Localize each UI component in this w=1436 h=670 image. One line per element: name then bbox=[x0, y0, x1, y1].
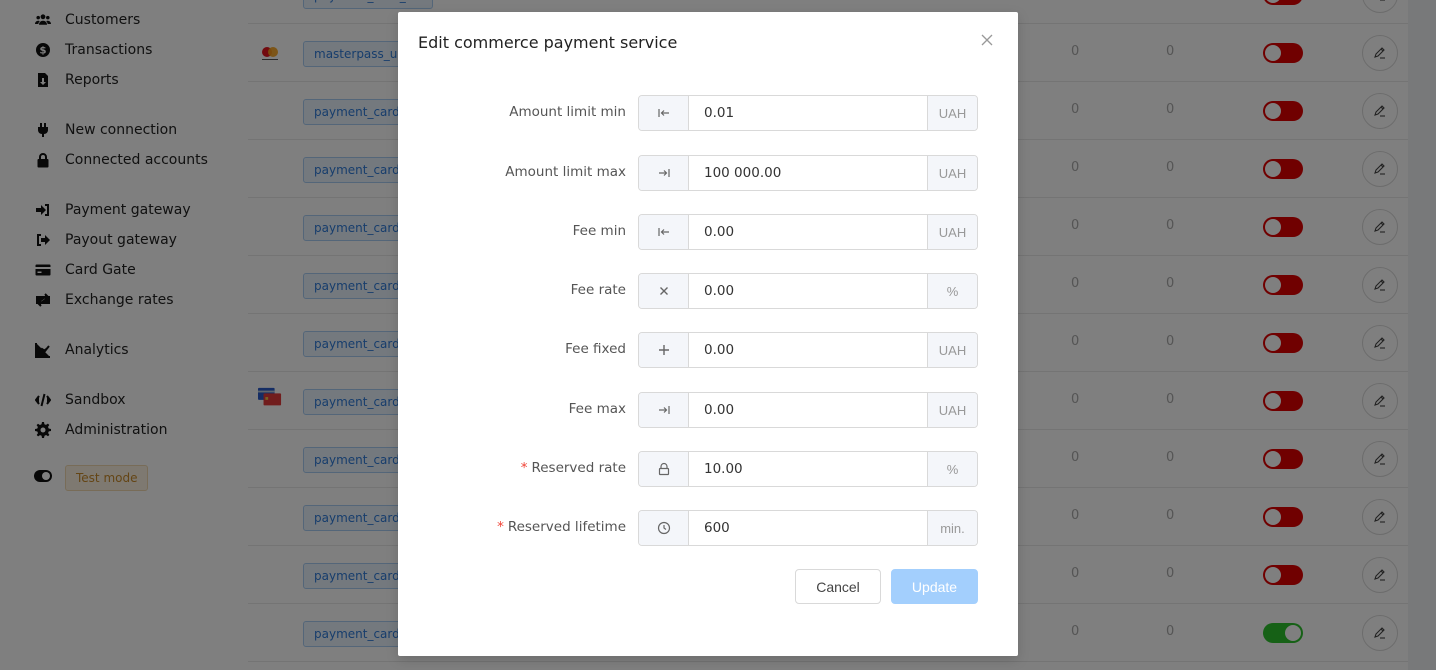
field-input[interactable] bbox=[689, 274, 927, 308]
form-field-reserved-lifetime: *Reserved lifetime min. bbox=[398, 510, 1018, 546]
field-label: Amount limit max bbox=[505, 164, 626, 180]
required-mark: * bbox=[497, 519, 504, 535]
unit-suffix: UAH bbox=[927, 333, 977, 367]
unit-suffix: % bbox=[927, 452, 977, 486]
input-group: % bbox=[638, 451, 978, 487]
field-input[interactable] bbox=[689, 156, 927, 190]
modal-title: Edit commerce payment service bbox=[418, 33, 678, 52]
field-input[interactable] bbox=[689, 452, 927, 486]
field-input[interactable] bbox=[689, 333, 927, 367]
arrow-right-to-line-icon bbox=[639, 393, 689, 427]
field-input[interactable] bbox=[689, 511, 927, 545]
input-group: UAH bbox=[638, 392, 978, 428]
form-field-amount-limit-min: Amount limit min UAH bbox=[398, 95, 1018, 131]
field-input[interactable] bbox=[689, 96, 927, 130]
form-field-fee-rate: Fee rate% bbox=[398, 273, 1018, 309]
input-group: UAH bbox=[638, 332, 978, 368]
input-group: min. bbox=[638, 510, 978, 546]
form-field-fee-min: Fee min UAH bbox=[398, 214, 1018, 250]
arrow-right-to-line-icon bbox=[639, 156, 689, 190]
update-button[interactable]: Update bbox=[891, 569, 978, 604]
form-field-amount-limit-max: Amount limit max UAH bbox=[398, 155, 1018, 191]
field-label-text: Amount limit max bbox=[505, 164, 626, 180]
unit-suffix: % bbox=[927, 274, 977, 308]
close-icon bbox=[981, 31, 993, 50]
field-label-text: Fee rate bbox=[570, 282, 626, 298]
field-label-text: Reserved lifetime bbox=[507, 519, 626, 535]
input-group: UAH bbox=[638, 155, 978, 191]
unit-suffix: UAH bbox=[927, 215, 977, 249]
field-label: * Reserved lifetime bbox=[497, 519, 626, 535]
field-label: * Reserved rate bbox=[521, 460, 626, 476]
field-label: Amount limit min bbox=[509, 104, 626, 120]
form-field-fee-max: Fee max UAH bbox=[398, 392, 1018, 428]
field-label-text: Fee min bbox=[572, 223, 626, 239]
field-label: Fee max bbox=[569, 401, 626, 417]
cancel-button[interactable]: Cancel bbox=[795, 569, 881, 604]
field-input[interactable] bbox=[689, 215, 927, 249]
multiply-icon bbox=[639, 274, 689, 308]
unit-suffix: UAH bbox=[927, 96, 977, 130]
unit-suffix: min. bbox=[927, 511, 977, 545]
field-input[interactable] bbox=[689, 393, 927, 427]
field-label-text: Amount limit min bbox=[509, 104, 626, 120]
form-field-reserved-rate: *Reserved rate% bbox=[398, 451, 1018, 487]
unit-suffix: UAH bbox=[927, 156, 977, 190]
field-label: Fee fixed bbox=[565, 341, 626, 357]
input-group: % bbox=[638, 273, 978, 309]
close-button[interactable] bbox=[981, 31, 999, 49]
lock-icon bbox=[639, 452, 689, 486]
field-label-text: Fee fixed bbox=[565, 341, 626, 357]
arrow-left-to-line-icon bbox=[639, 96, 689, 130]
required-mark: * bbox=[520, 460, 528, 476]
input-group: UAH bbox=[638, 95, 978, 131]
field-label-text: Reserved rate bbox=[531, 460, 626, 476]
field-label: Fee rate bbox=[571, 282, 626, 298]
input-group: UAH bbox=[638, 214, 978, 250]
unit-suffix: UAH bbox=[927, 393, 977, 427]
clock-icon bbox=[639, 511, 689, 545]
form-field-fee-fixed: Fee fixed UAH bbox=[398, 332, 1018, 368]
field-label-text: Fee max bbox=[568, 401, 626, 417]
edit-service-modal: Edit commerce payment service Amount lim… bbox=[398, 12, 1018, 656]
field-label: Fee min bbox=[573, 223, 626, 239]
arrow-left-to-line-icon bbox=[639, 215, 689, 249]
plus-icon bbox=[639, 333, 689, 367]
